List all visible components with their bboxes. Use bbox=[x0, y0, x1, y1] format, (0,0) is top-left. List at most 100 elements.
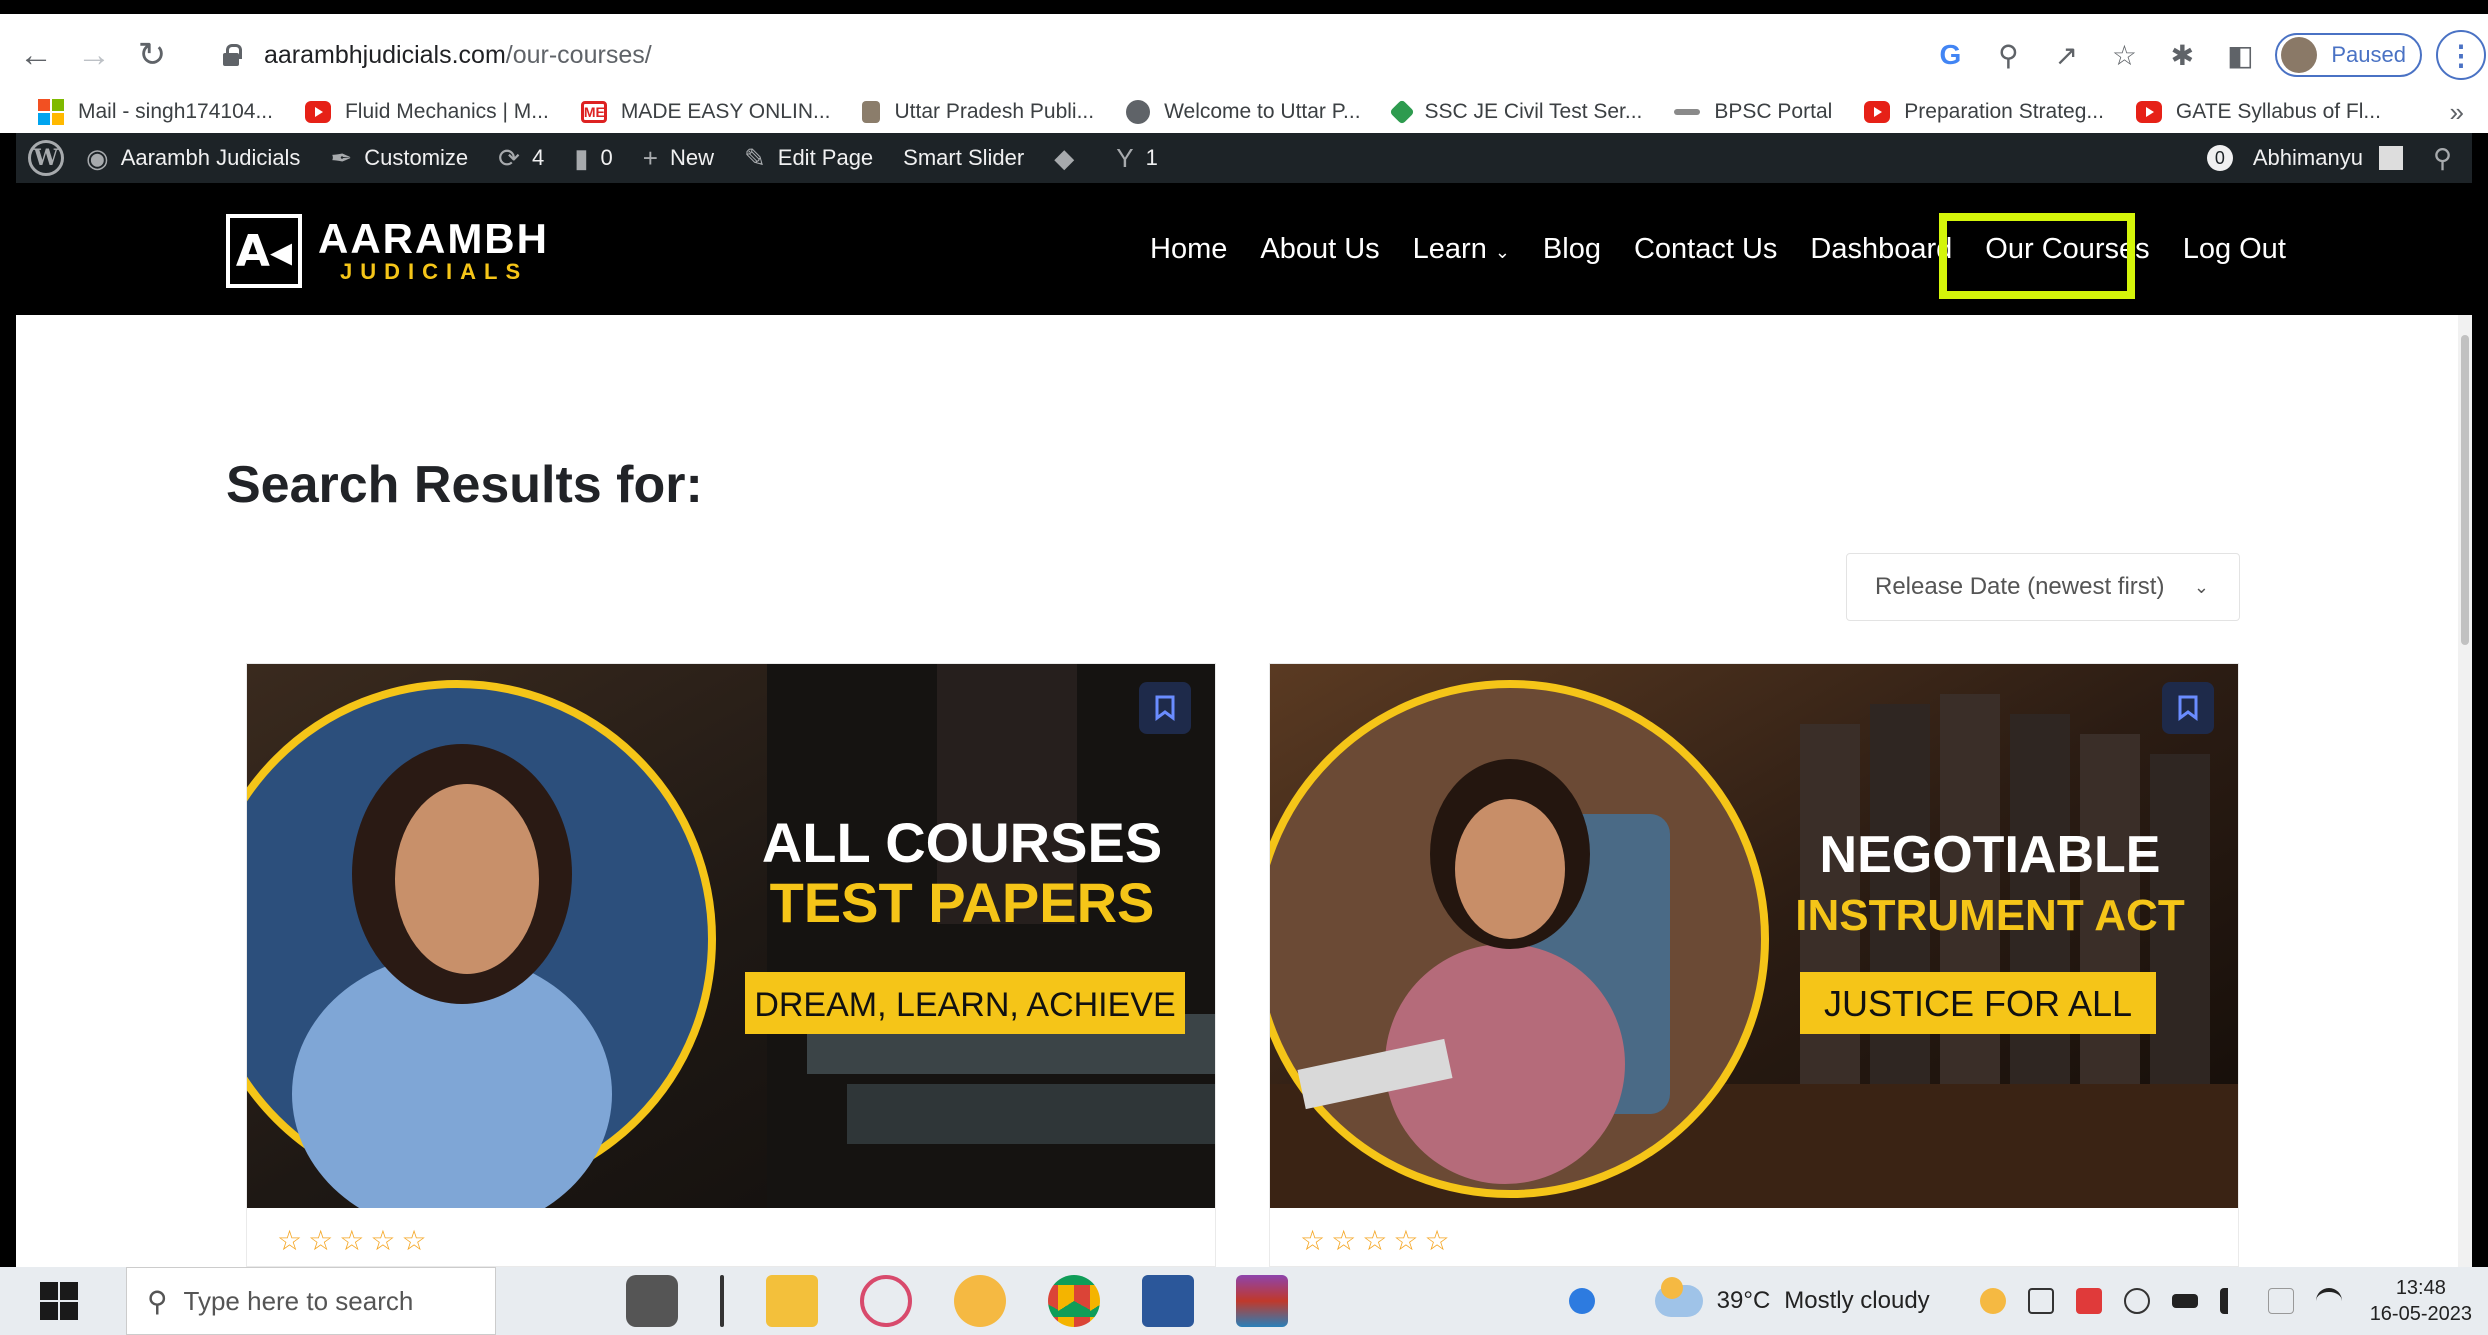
browser-chrome: ← → ↻ aarambhjudicials.com/our-courses/ … bbox=[0, 0, 2488, 133]
star-icon: ☆ bbox=[1331, 1225, 1357, 1256]
speaker-icon[interactable] bbox=[2219, 1288, 2246, 1314]
star-icon: ☆ bbox=[370, 1225, 396, 1256]
winrar-icon[interactable] bbox=[1236, 1275, 1288, 1327]
tray-weather-icon[interactable] bbox=[1979, 1288, 2006, 1314]
google-icon[interactable]: G bbox=[1932, 37, 1968, 73]
menu-kebab-icon[interactable]: ⋮ bbox=[2436, 30, 2486, 80]
share-icon[interactable]: ↗ bbox=[2048, 37, 2084, 73]
globe-icon bbox=[1126, 100, 1151, 124]
yoast-icon: Y bbox=[1116, 142, 1134, 173]
tray-meet-icon[interactable] bbox=[2123, 1288, 2150, 1314]
help-icon[interactable] bbox=[1568, 1288, 1595, 1314]
chrome-icon[interactable] bbox=[1048, 1275, 1100, 1327]
bookmark-item[interactable]: ME MADE EASY ONLIN... bbox=[580, 100, 830, 124]
nav-dashboard[interactable]: Dashboard bbox=[1810, 233, 1952, 266]
star-bookmark-icon[interactable]: ☆ bbox=[2106, 37, 2142, 73]
reload-icon[interactable]: ↻ bbox=[130, 33, 174, 77]
nav-about-us[interactable]: About Us bbox=[1260, 233, 1379, 266]
wp-yoast[interactable]: Y1 bbox=[1116, 143, 1158, 174]
notification-badge[interactable]: 0 bbox=[2206, 145, 2233, 171]
youtube-icon bbox=[1864, 101, 1891, 123]
forward-icon[interactable]: → bbox=[72, 33, 116, 77]
card-line1: NEGOTIABLE bbox=[1820, 826, 2161, 884]
youtube-icon bbox=[2135, 101, 2162, 123]
more-bookmarks-icon[interactable]: » bbox=[2450, 88, 2464, 136]
wp-diamond[interactable]: ◆ bbox=[1054, 143, 1086, 174]
star-icon: ☆ bbox=[401, 1225, 427, 1256]
windows-start-icon[interactable] bbox=[40, 1282, 78, 1320]
emblem-icon bbox=[862, 101, 881, 123]
avatar bbox=[2281, 37, 2318, 73]
scrollbar-thumb[interactable] bbox=[2461, 335, 2469, 645]
bookmark-item[interactable]: SSC JE Civil Test Ser... bbox=[1388, 99, 1642, 125]
address-bar[interactable]: aarambhjudicials.com/our-courses/ bbox=[218, 30, 1938, 80]
youtube-icon bbox=[304, 101, 331, 123]
rating-stars: ☆ ☆ ☆ ☆ ☆ bbox=[1300, 1224, 1456, 1257]
page-scrollbar[interactable] bbox=[2458, 315, 2472, 1267]
extensions-icon[interactable]: ✱ bbox=[2164, 37, 2200, 73]
nav-home[interactable]: Home bbox=[1150, 233, 1227, 266]
bookmark-item[interactable]: Mail - singh174104... bbox=[38, 99, 273, 125]
clock[interactable]: 13:48 16-05-2023 bbox=[2370, 1275, 2472, 1327]
nav-blog[interactable]: Blog bbox=[1543, 233, 1601, 266]
page-title: Search Results for: bbox=[226, 456, 703, 514]
input-language-icon[interactable] bbox=[2267, 1288, 2294, 1314]
bookmark-item[interactable]: Preparation Strateg... bbox=[1864, 100, 2104, 124]
snipping-tool-icon[interactable] bbox=[860, 1275, 912, 1327]
course-card[interactable]: NEGOTIABLE INSTRUMENT ACT JUSTICE FOR AL… bbox=[1269, 663, 2239, 1267]
url-text[interactable]: aarambhjudicials.com/our-courses/ bbox=[264, 41, 652, 70]
wifi-icon[interactable] bbox=[2315, 1288, 2342, 1314]
nav-learn[interactable]: Learn ⌄ bbox=[1413, 233, 1510, 266]
bookmark-item[interactable]: GATE Syllabus of Fl... bbox=[2135, 100, 2381, 124]
logo-sub: JUDICIALS bbox=[340, 259, 529, 284]
profile-button[interactable]: Paused bbox=[2275, 33, 2422, 77]
testbook-icon bbox=[1388, 99, 1415, 125]
logo-word[interactable]: AARAMBH bbox=[318, 217, 549, 261]
zoom-icon[interactable]: ⚲ bbox=[1990, 37, 2026, 73]
wordpress-icon[interactable]: W bbox=[28, 140, 64, 176]
wp-comments[interactable]: ▮ 0 bbox=[574, 143, 613, 174]
profile-status: Paused bbox=[2331, 42, 2406, 67]
wp-edit-page[interactable]: ✎ Edit Page bbox=[744, 143, 873, 174]
bookmark-item[interactable]: Welcome to Uttar P... bbox=[1126, 100, 1361, 124]
temperature[interactable]: 39°C bbox=[1717, 1287, 1771, 1315]
wp-smart-slider[interactable]: Smart Slider bbox=[903, 145, 1024, 171]
tray-antivirus-icon[interactable] bbox=[2075, 1288, 2102, 1314]
course-thumbnail[interactable]: NEGOTIABLE INSTRUMENT ACT JUSTICE FOR AL… bbox=[1270, 664, 2238, 1208]
avatar[interactable] bbox=[2378, 146, 2403, 170]
bpsc-icon bbox=[1674, 109, 1701, 115]
bookmark-item[interactable]: BPSC Portal bbox=[1674, 100, 1832, 124]
logo-mark[interactable]: A◂ bbox=[226, 214, 302, 288]
weather-app-icon[interactable] bbox=[954, 1275, 1006, 1327]
wp-new[interactable]: + New bbox=[643, 143, 714, 174]
search-icon[interactable]: ⚲ bbox=[2433, 143, 2452, 174]
tray-app-icon[interactable] bbox=[2027, 1288, 2054, 1314]
battery-icon[interactable] bbox=[2171, 1294, 2198, 1308]
word-icon[interactable] bbox=[1142, 1275, 1194, 1327]
chevron-down-icon: ⌄ bbox=[2193, 576, 2209, 597]
brush-icon: ✒ bbox=[330, 142, 353, 173]
main-nav: Home About Us Learn ⌄ Blog Contact Us Das… bbox=[1150, 183, 2319, 315]
course-thumbnail[interactable]: ALL COURSES TEST PAPERS DREAM, LEARN, AC… bbox=[247, 664, 1215, 1208]
camera-app-icon[interactable] bbox=[626, 1275, 678, 1327]
pencil-icon: ✎ bbox=[743, 142, 766, 173]
bookmark-item[interactable]: Uttar Pradesh Publi... bbox=[862, 100, 1094, 124]
wp-customize[interactable]: ✒ Customize bbox=[330, 143, 468, 174]
plus-icon: + bbox=[642, 142, 658, 173]
course-card[interactable]: ALL COURSES TEST PAPERS DREAM, LEARN, AC… bbox=[246, 663, 1216, 1267]
back-icon[interactable]: ← bbox=[14, 33, 58, 77]
side-panel-icon[interactable]: ◧ bbox=[2222, 37, 2258, 73]
wp-user-name[interactable]: Abhimanyu bbox=[2253, 145, 2363, 171]
bookmark-icon[interactable] bbox=[1139, 682, 1191, 734]
bookmark-icon[interactable] bbox=[2162, 682, 2214, 734]
nav-contact-us[interactable]: Contact Us bbox=[1634, 233, 1777, 266]
wp-site-name[interactable]: ◉ Aarambh Judicials bbox=[86, 143, 300, 174]
sort-dropdown[interactable]: Release Date (newest first) ⌄ bbox=[1846, 553, 2240, 621]
file-explorer-icon[interactable] bbox=[766, 1275, 818, 1327]
weather-text[interactable]: Mostly cloudy bbox=[1784, 1287, 1929, 1315]
bookmark-item[interactable]: Fluid Mechanics | M... bbox=[304, 100, 549, 124]
wp-updates[interactable]: ⟳ 4 bbox=[498, 143, 544, 174]
nav-log-out[interactable]: Log Out bbox=[2183, 233, 2286, 266]
star-icon: ☆ bbox=[1300, 1225, 1326, 1256]
taskbar-search-input[interactable]: ⚲ Type here to search bbox=[126, 1267, 496, 1335]
